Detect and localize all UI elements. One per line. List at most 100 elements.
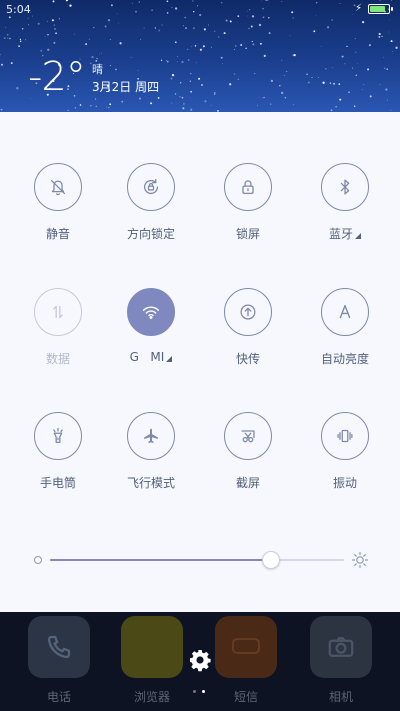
star (318, 77, 319, 78)
toggle-label: G MI (129, 350, 165, 364)
star (46, 20, 48, 22)
more-indicator-icon[interactable] (355, 233, 361, 239)
star (326, 26, 330, 29)
toggle-quick-transfer[interactable]: 快传 (200, 288, 296, 367)
star (225, 19, 228, 22)
star (150, 102, 153, 105)
star (135, 10, 137, 13)
toggle-wifi[interactable]: G MI (103, 288, 199, 364)
star (143, 27, 145, 29)
page-dot-active (202, 690, 205, 693)
toggle-auto-brightness[interactable]: 自动亮度 (297, 288, 393, 367)
star (184, 16, 186, 19)
star (265, 0, 267, 2)
star (16, 87, 19, 90)
star (7, 37, 9, 39)
star (386, 99, 388, 101)
star (240, 44, 243, 46)
camera-icon (310, 616, 372, 678)
toggle-label-wrap: G MI (103, 350, 199, 364)
dock-app-messages[interactable]: 短信 (214, 616, 278, 705)
toggle-mobile-data[interactable]: 数据 (10, 288, 106, 367)
browser-icon (121, 616, 183, 678)
star (121, 100, 124, 103)
airplane-icon (127, 412, 175, 460)
brightness-thumb[interactable] (261, 551, 280, 569)
star (3, 37, 6, 40)
star (74, 107, 76, 109)
toggle-label: 自动亮度 (320, 352, 369, 366)
lock-icon (224, 163, 272, 211)
brightness-track[interactable] (50, 551, 344, 569)
star (116, 13, 118, 15)
star (175, 41, 177, 43)
star (187, 48, 189, 51)
toggle-lock-screen[interactable]: 锁屏 (200, 163, 296, 242)
star (283, 75, 285, 76)
toggle-screenshot[interactable]: 截屏 (200, 412, 296, 491)
star (119, 42, 122, 45)
star (329, 82, 332, 84)
toggle-vibrate[interactable]: 振动 (297, 412, 393, 491)
star (248, 27, 250, 30)
star (386, 68, 388, 70)
star (250, 25, 253, 28)
star (161, 24, 163, 26)
star (245, 47, 247, 50)
star (261, 0, 263, 2)
star (390, 40, 393, 43)
star (351, 67, 353, 69)
dock-app-label: 相机 (328, 690, 353, 704)
toggle-label: 飞行模式 (126, 476, 175, 490)
toggle-rotation-lock[interactable]: 方向锁定 (103, 163, 199, 242)
star (67, 3, 68, 5)
toggle-airplane-mode[interactable]: 飞行模式 (103, 412, 199, 491)
star (182, 107, 185, 110)
toggle-silent[interactable]: 静音 (10, 163, 106, 242)
star (281, 1, 283, 3)
star (25, 39, 27, 41)
star (369, 95, 372, 98)
star (193, 27, 195, 29)
star (197, 5, 199, 7)
star (10, 62, 13, 65)
star (27, 17, 29, 19)
settings-gear-icon[interactable] (188, 648, 212, 672)
star (267, 0, 269, 1)
star (28, 24, 29, 26)
star (339, 98, 342, 101)
star (160, 59, 163, 61)
transfer-icon (224, 288, 272, 336)
star (181, 96, 184, 99)
star (6, 33, 9, 36)
star (90, 105, 92, 107)
star (388, 31, 390, 33)
star (233, 73, 236, 75)
auto-brightness-icon (321, 288, 369, 336)
brightness-high-icon (351, 551, 369, 569)
more-indicator-icon[interactable] (166, 356, 173, 362)
toggle-label-wrap: 蓝牙 (297, 225, 393, 242)
star (313, 30, 316, 33)
star (91, 55, 94, 59)
dock-app-camera[interactable]: 相机 (309, 616, 373, 705)
star (392, 51, 393, 53)
star (195, 62, 197, 64)
toggle-flashlight[interactable]: 手电筒 (10, 412, 106, 491)
star (154, 27, 156, 29)
star (292, 17, 294, 19)
toggle-bluetooth[interactable]: 蓝牙 (297, 163, 393, 242)
temperature[interactable]: -2° (28, 54, 86, 100)
dock-app-browser[interactable]: 浏览器 (120, 616, 184, 705)
brightness-slider[interactable] (30, 550, 370, 570)
star (391, 0, 392, 1)
star (19, 40, 22, 43)
star (187, 59, 190, 61)
star (108, 106, 110, 109)
star (291, 11, 294, 14)
star (47, 34, 49, 36)
star (47, 48, 50, 51)
star (180, 82, 182, 84)
star (289, 35, 291, 37)
dock-app-phone[interactable]: 电话 (27, 616, 91, 705)
